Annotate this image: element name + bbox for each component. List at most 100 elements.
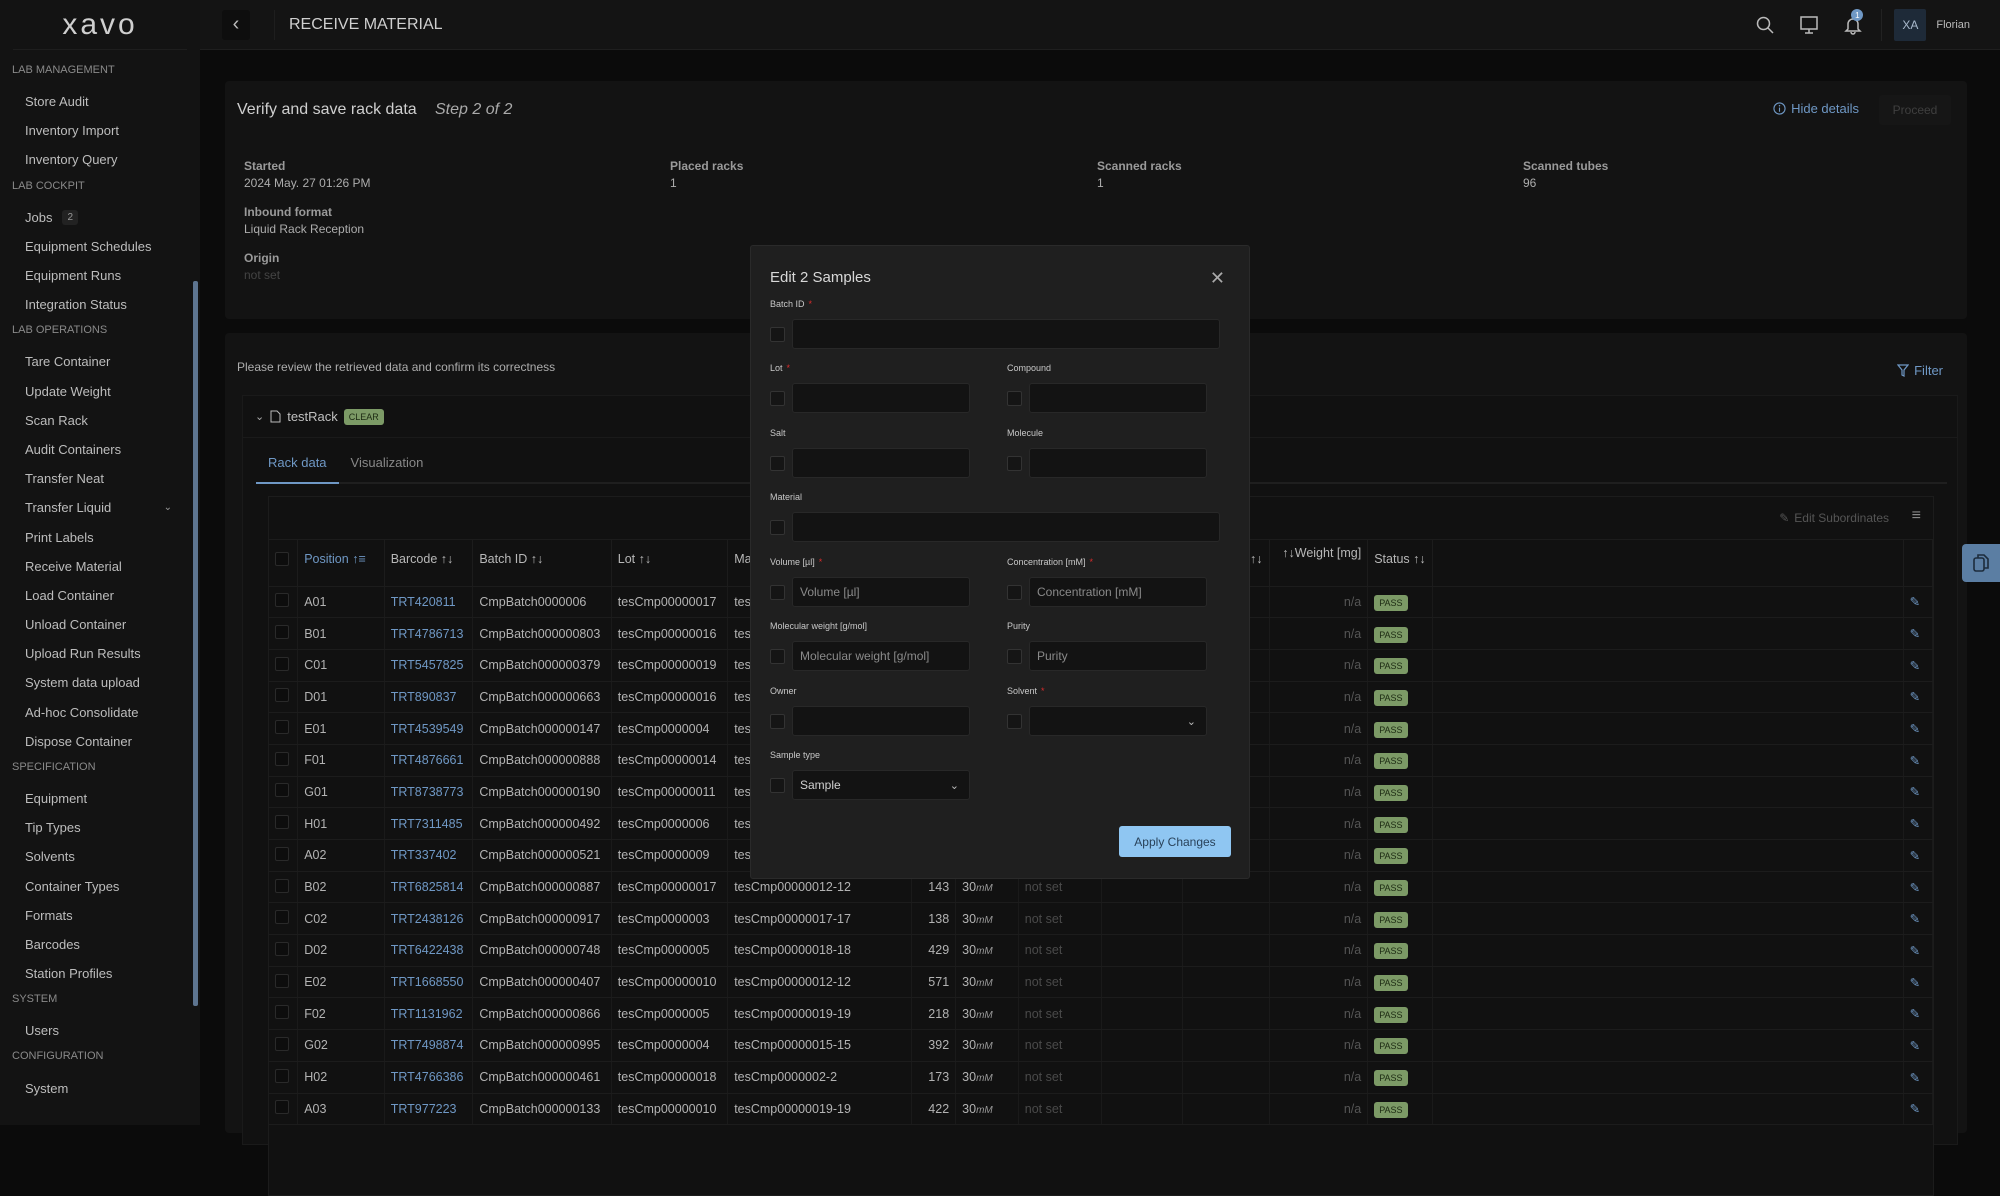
table-row[interactable]: A03 TRT977223 CmpBatch000000133 tesCmp00000… [269, 1093, 1934, 1126]
sidebar-item-transfer-neat[interactable]: Transfer Neat [0, 464, 200, 493]
edit-pencil-icon[interactable]: ✎ [1910, 1102, 1920, 1116]
barcode-link[interactable]: TRT420811 [384, 586, 474, 619]
avatar[interactable]: XA [1894, 9, 1927, 41]
search-button[interactable] [1743, 0, 1787, 50]
sidebar-item-update-weight[interactable]: Update Weight [0, 377, 200, 406]
sidebar-item-integration-status[interactable]: Integration Status [0, 290, 200, 319]
row-checkbox[interactable] [275, 720, 289, 735]
sidebar-item-inventory-query[interactable]: Inventory Query [0, 145, 200, 174]
sample-type-select[interactable]: Sample ⌄ [792, 770, 970, 800]
barcode-link[interactable]: TRT4876661 [384, 744, 474, 777]
row-checkbox[interactable] [275, 878, 289, 893]
material-input[interactable] [792, 512, 1220, 542]
column-menu-icon[interactable]: ≡ [1912, 507, 1921, 525]
barcode-link[interactable]: TRT6825814 [384, 871, 474, 904]
barcode-link[interactable]: TRT8738773 [384, 776, 474, 809]
sidebar-item-container-types[interactable]: Container Types [0, 872, 200, 901]
select-all-checkbox[interactable] [275, 552, 289, 566]
sidebar-item-formats[interactable]: Formats [0, 901, 200, 930]
barcode-link[interactable]: TRT1131962 [384, 997, 474, 1031]
apply-changes-button[interactable]: Apply Changes [1119, 826, 1231, 857]
sidebar-item-scan-rack[interactable]: Scan Rack [0, 406, 200, 435]
barcode-link[interactable]: TRT5457825 [384, 649, 474, 682]
col-weight[interactable]: ↑↓Weight [mg] [1269, 540, 1369, 587]
barcode-link[interactable]: TRT7498874 [384, 1029, 474, 1062]
col-lot[interactable]: Lot ↑↓ [611, 540, 729, 587]
table-row[interactable]: D02 TRT6422438 CmpBatch000000748 tesCmp0000… [269, 934, 1934, 967]
lot-enable-checkbox[interactable] [770, 390, 785, 406]
sidebar-item-dispose-container[interactable]: Dispose Container [0, 727, 200, 756]
barcode-link[interactable]: TRT4766386 [384, 1061, 474, 1094]
monitor-button[interactable] [1787, 0, 1831, 50]
barcode-link[interactable]: TRT7311485 [384, 807, 474, 840]
sidebar-item-equipment[interactable]: Equipment [0, 784, 200, 813]
table-row[interactable]: C02 TRT2438126 CmpBatch000000917 tesCmp0000… [269, 902, 1934, 936]
row-checkbox[interactable] [275, 846, 289, 861]
concentration-input[interactable]: Concentration [mM] [1029, 577, 1207, 607]
sidebar-item-print-labels[interactable]: Print Labels [0, 522, 200, 551]
row-checkbox[interactable] [275, 751, 289, 766]
chevron-down-icon[interactable]: ⌄ [255, 410, 264, 423]
owner-input[interactable] [792, 706, 970, 736]
material-enable-checkbox[interactable] [770, 519, 785, 535]
volume-input[interactable]: Volume [µl] [792, 577, 970, 607]
table-row[interactable]: G02 TRT7498874 CmpBatch000000995 tesCmp0000… [269, 1029, 1934, 1062]
edit-pencil-icon[interactable]: ✎ [1910, 785, 1920, 799]
row-checkbox[interactable] [275, 1036, 289, 1051]
col-barcode[interactable]: Barcode ↑↓ [384, 540, 474, 587]
solvent-enable-checkbox[interactable] [1007, 713, 1022, 729]
chevron-down-icon[interactable]: ⌄ [164, 502, 172, 513]
edit-subordinates-button[interactable]: ✎ Edit Subordinates [1779, 511, 1889, 525]
compound-input[interactable] [1029, 383, 1207, 413]
row-checkbox[interactable] [275, 625, 289, 640]
sidebar-scrollbar[interactable] [193, 281, 198, 1006]
sidebar-item-users[interactable]: Users [0, 1016, 200, 1045]
purity-enable-checkbox[interactable] [1007, 648, 1022, 664]
sidebar-item-upload-run-results[interactable]: Upload Run Results [0, 639, 200, 668]
salt-input[interactable] [792, 448, 970, 478]
salt-enable-checkbox[interactable] [770, 455, 785, 471]
edit-pencil-icon[interactable]: ✎ [1910, 1007, 1920, 1021]
row-checkbox[interactable] [275, 1005, 289, 1020]
sidebar-item-jobs[interactable]: Jobs 2 [0, 203, 200, 232]
sidebar-item-transfer-liquid[interactable]: Transfer Liquid ⌄ [0, 493, 200, 522]
batch-id-enable-checkbox[interactable] [770, 326, 785, 342]
col-status[interactable]: Status ↑↓ [1367, 540, 1433, 587]
mol-weight-enable-checkbox[interactable] [770, 648, 785, 664]
notifications-button[interactable]: 1 [1831, 0, 1875, 50]
edit-pencil-icon[interactable]: ✎ [1910, 912, 1920, 926]
sidebar-item-tip-types[interactable]: Tip Types [0, 813, 200, 842]
barcode-link[interactable]: TRT1668550 [384, 966, 474, 999]
lot-input[interactable] [792, 383, 970, 413]
barcode-link[interactable]: TRT337402 [384, 839, 474, 872]
concentration-enable-checkbox[interactable] [1007, 584, 1022, 600]
molecule-input[interactable] [1029, 448, 1207, 478]
mol-weight-input[interactable]: Molecular weight [g/mol] [792, 641, 970, 671]
sidebar-item-system[interactable]: System [0, 1073, 200, 1102]
hide-details-button[interactable]: Hide details [1773, 101, 1859, 116]
row-checkbox[interactable] [275, 783, 289, 798]
sidebar-item-unload-container[interactable]: Unload Container [0, 610, 200, 639]
barcode-link[interactable]: TRT2438126 [384, 902, 474, 936]
sidebar-item-equipment-runs[interactable]: Equipment Runs [0, 261, 200, 290]
sidebar-item-load-container[interactable]: Load Container [0, 581, 200, 610]
sidebar-item-tare-container[interactable]: Tare Container [0, 347, 200, 376]
batch-id-input[interactable] [792, 319, 1220, 349]
edit-pencil-icon[interactable]: ✎ [1910, 817, 1920, 831]
tab-visualization[interactable]: Visualization [339, 455, 436, 482]
tab-rack-data[interactable]: Rack data [256, 455, 339, 484]
edit-pencil-icon[interactable]: ✎ [1910, 595, 1920, 609]
row-checkbox[interactable] [275, 1068, 289, 1083]
edit-pencil-icon[interactable]: ✎ [1910, 976, 1920, 990]
row-checkbox[interactable] [275, 815, 289, 830]
back-button[interactable]: ‹ [222, 9, 250, 40]
edit-pencil-icon[interactable]: ✎ [1910, 722, 1920, 736]
barcode-link[interactable]: TRT890837 [384, 681, 474, 714]
owner-enable-checkbox[interactable] [770, 713, 785, 729]
edit-pencil-icon[interactable]: ✎ [1910, 659, 1920, 673]
sidebar-item-barcodes[interactable]: Barcodes [0, 930, 200, 959]
sidebar-item-audit-containers[interactable]: Audit Containers [0, 435, 200, 464]
edit-pencil-icon[interactable]: ✎ [1910, 944, 1920, 958]
user-name[interactable]: Florian [1936, 19, 1970, 31]
barcode-link[interactable]: TRT4539549 [384, 712, 474, 745]
